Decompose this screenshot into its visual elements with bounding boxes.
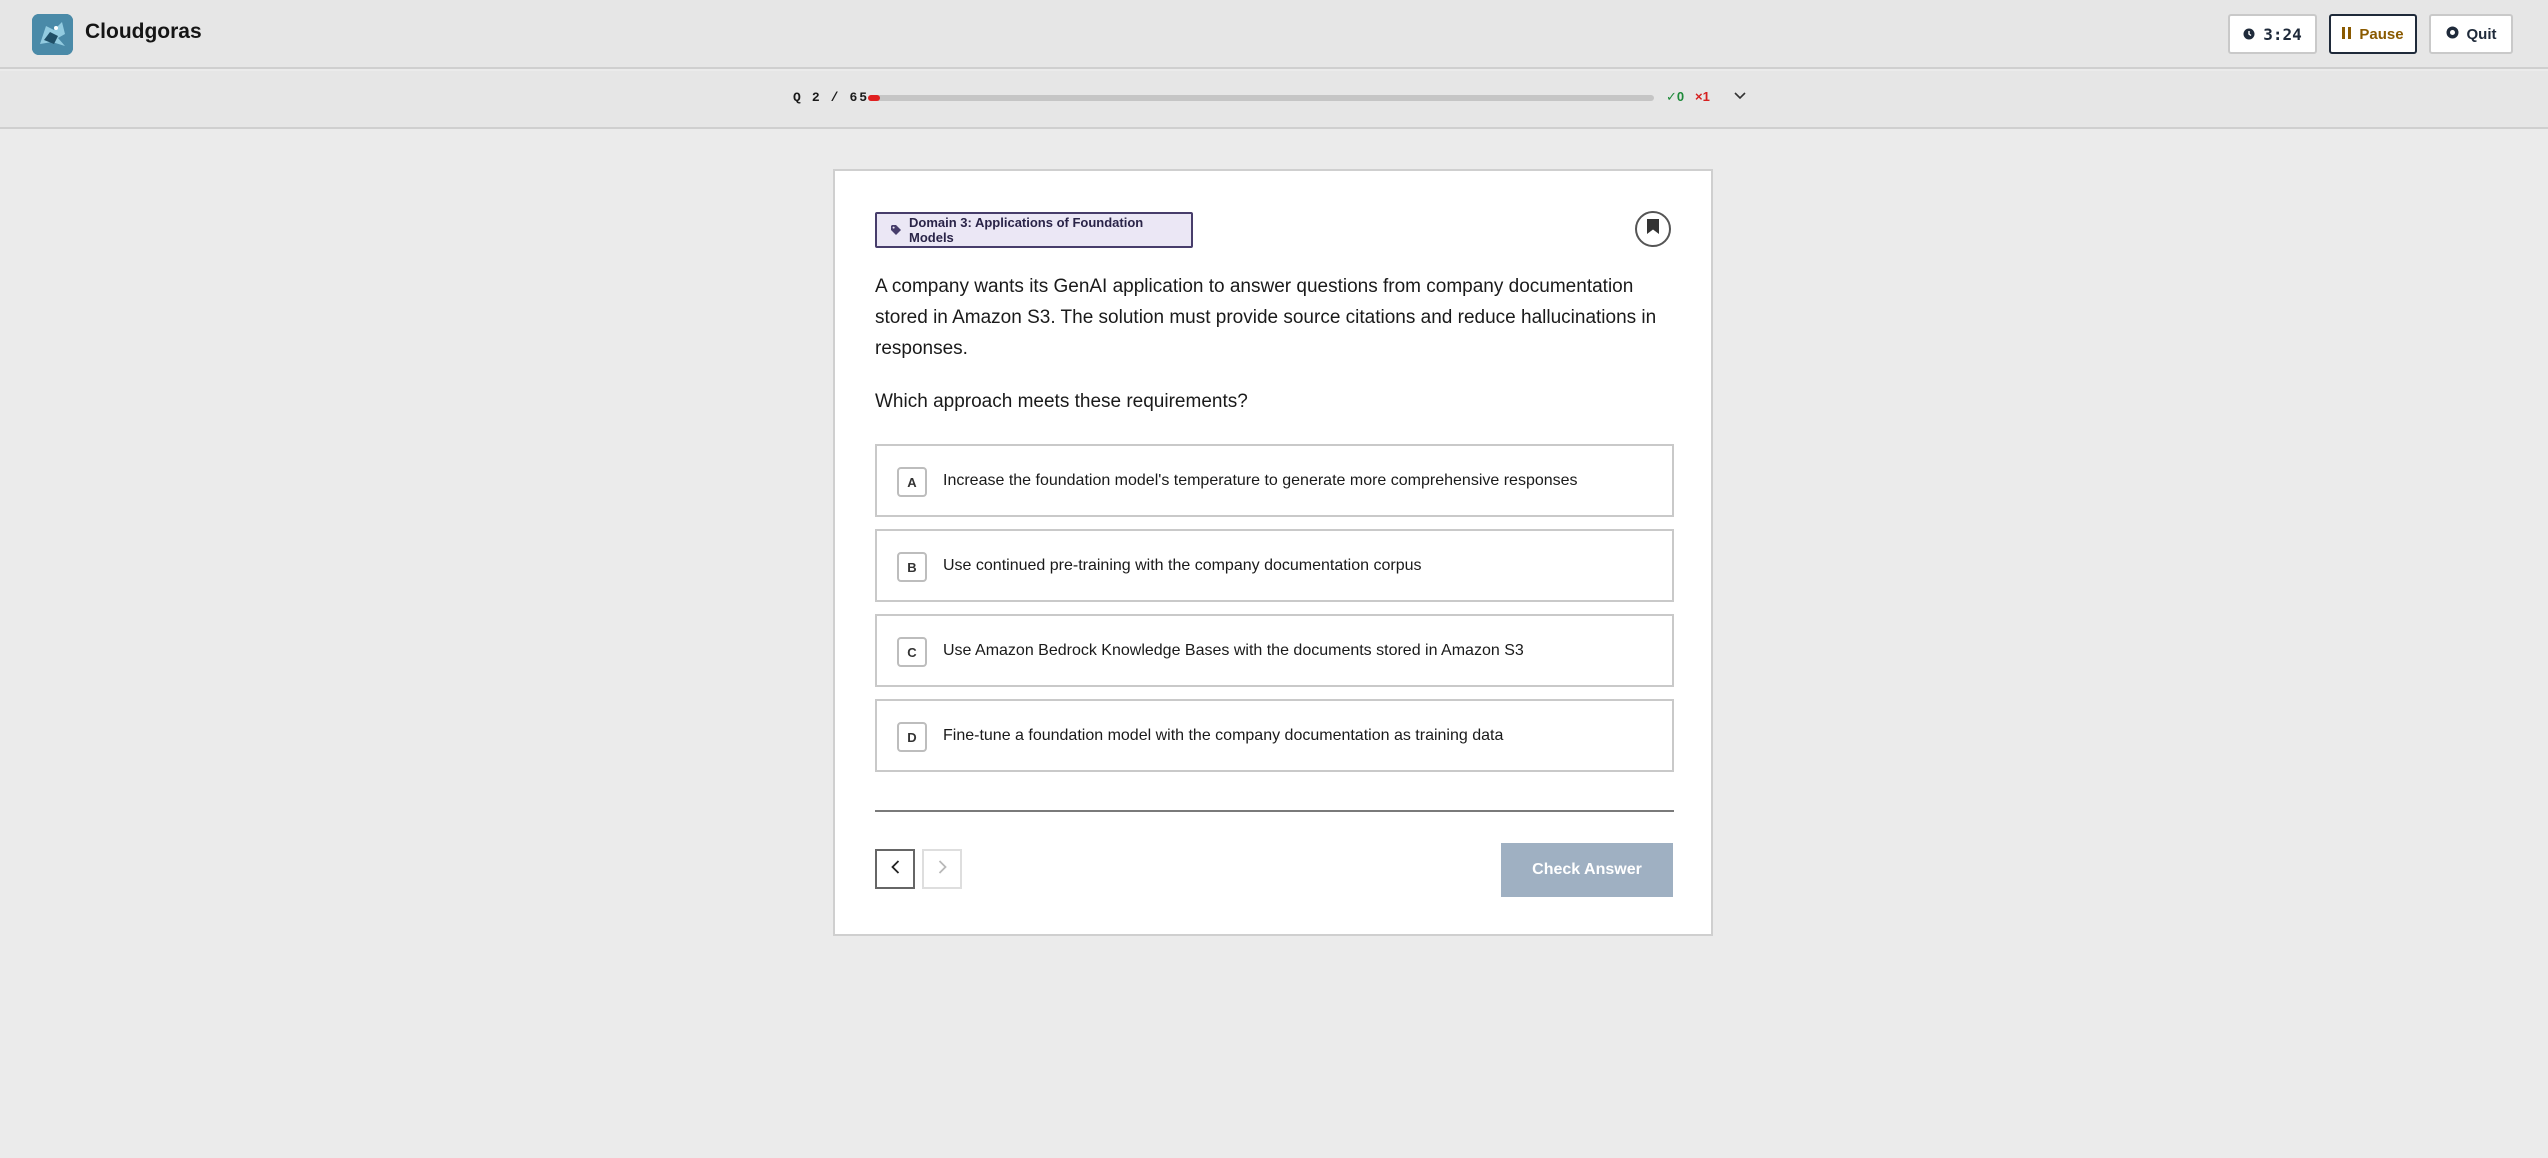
wrong-score: ×1 [1695, 89, 1710, 104]
clock-icon [2243, 25, 2255, 44]
bookmark-button[interactable] [1635, 211, 1671, 247]
option-text: Fine-tune a foundation model with the co… [943, 726, 1504, 744]
option-letter: B [897, 552, 927, 582]
tag-icon [891, 223, 901, 238]
question-counter-prefix: Q [793, 90, 803, 105]
wrong-count: 1 [1702, 89, 1710, 104]
option-b[interactable]: B Use continued pre-training with the co… [875, 529, 1674, 602]
chevron-left-icon [890, 859, 900, 879]
question-counter: Q 2 / 65 [793, 90, 869, 105]
option-text: Increase the foundation model's temperat… [943, 471, 1578, 489]
progress-track [868, 95, 1654, 101]
correct-count: 0 [1676, 89, 1685, 104]
circle-x-icon [2446, 26, 2459, 43]
timer-button[interactable]: 3:24 [2228, 14, 2317, 54]
correct-score: ✓0 [1666, 89, 1684, 105]
question-text: A company wants its GenAI application to… [875, 276, 1657, 359]
domain-tag: Domain 3: Applications of Foundation Mod… [875, 212, 1193, 248]
brand-name: Cloudgoras [85, 20, 202, 43]
progress-fill [868, 95, 880, 101]
check-answer-button[interactable]: Check Answer [1501, 843, 1673, 897]
question-separator: / [830, 90, 841, 105]
option-c[interactable]: C Use Amazon Bedrock Knowledge Bases wit… [875, 614, 1674, 687]
question-total: 65 [849, 90, 870, 105]
option-letter: C [897, 637, 927, 667]
chevron-down-icon [1734, 87, 1746, 105]
divider [875, 810, 1674, 812]
cloudgoras-logo-icon [32, 14, 73, 55]
next-question-button[interactable] [922, 849, 962, 889]
pause-label: Pause [2359, 25, 2404, 43]
chevron-right-icon [938, 859, 947, 879]
expand-progress-button[interactable] [1730, 86, 1750, 106]
option-text: Use Amazon Bedrock Knowledge Bases with … [943, 641, 1524, 659]
option-text: Use continued pre-training with the comp… [943, 556, 1422, 574]
domain-tag-label: Domain 3: Applications of Foundation Mod… [909, 215, 1144, 245]
x-icon: × [1695, 89, 1703, 104]
pause-icon [2342, 26, 2352, 43]
previous-question-button[interactable] [875, 849, 915, 889]
quit-button[interactable]: Quit [2429, 14, 2513, 54]
timer-value: 3:24 [2263, 24, 2302, 44]
pause-button[interactable]: Pause [2329, 14, 2417, 54]
quit-label: Quit [2466, 25, 2497, 43]
bookmark-icon [1647, 219, 1659, 239]
question-card: Domain 3: Applications of Foundation Mod… [833, 169, 1713, 936]
top-header: Cloudgoras 3:24 Pause Quit [0, 0, 2548, 69]
option-d[interactable]: D Fine-tune a foundation model with the … [875, 699, 1674, 772]
option-letter: A [897, 467, 927, 497]
option-letter: D [897, 722, 927, 752]
check-icon: ✓ [1666, 89, 1677, 104]
question-current: 2 [811, 90, 822, 105]
question-prompt: Which approach meets these requirements? [875, 391, 1248, 412]
option-a[interactable]: A Increase the foundation model's temper… [875, 444, 1674, 517]
